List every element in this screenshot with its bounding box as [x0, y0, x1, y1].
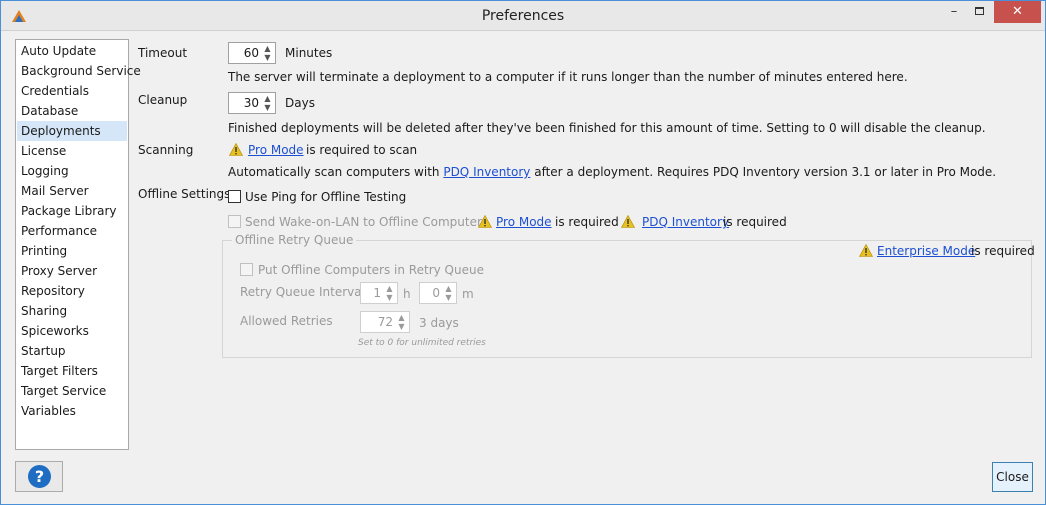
timeout-spinner-arrows[interactable]: ▲ ▼: [261, 44, 274, 62]
cleanup-value: 30: [243, 96, 259, 110]
sidebar-item-sharing[interactable]: Sharing: [17, 301, 127, 321]
close-window-button[interactable]: ✕: [994, 1, 1041, 23]
warning-icon: [859, 244, 873, 257]
retry-queue-checkbox[interactable]: [240, 263, 253, 276]
sidebar-item-package-library[interactable]: Package Library: [17, 201, 127, 221]
use-ping-label[interactable]: Use Ping for Offline Testing: [245, 190, 406, 204]
retry-hours-value: 1: [373, 286, 381, 300]
pro-mode-required-text: is required: [555, 215, 619, 229]
maximize-icon: [975, 7, 984, 15]
sidebar-item-proxy-server[interactable]: Proxy Server: [17, 261, 127, 281]
retries-days: 3 days: [419, 316, 459, 330]
sidebar-item-deployments[interactable]: Deployments: [17, 121, 127, 141]
sidebar-item-target-service[interactable]: Target Service: [17, 381, 127, 401]
wake-on-lan-label[interactable]: Send Wake-on-LAN to Offline Computers: [245, 215, 488, 229]
scanning-description: Automatically scan computers with PDQ In…: [228, 165, 996, 179]
retry-interval-label: Retry Queue Interval: [240, 285, 365, 299]
sidebar-item-background-service[interactable]: Background Service: [17, 61, 141, 81]
sidebar-item-startup[interactable]: Startup: [17, 341, 127, 361]
help-icon: ?: [28, 465, 51, 488]
scanning-required-text: is required to scan: [306, 143, 418, 157]
sidebar-item-credentials[interactable]: Credentials: [17, 81, 127, 101]
allowed-retries-arrows[interactable]: ▲ ▼: [395, 313, 408, 331]
offline-retry-queue-group: Offline Retry Queue Enterprise Mode is r…: [222, 233, 1035, 358]
sidebar-item-target-filters[interactable]: Target Filters: [17, 361, 127, 381]
retry-queue-label[interactable]: Put Offline Computers in Retry Queue: [258, 263, 484, 277]
maximize-button[interactable]: [967, 1, 993, 23]
scanning-label: Scanning: [138, 143, 194, 157]
sidebar-item-logging[interactable]: Logging: [17, 161, 127, 181]
allowed-retries-value: 72: [377, 315, 393, 329]
cleanup-spinner[interactable]: 30 ▲ ▼: [228, 92, 276, 114]
sidebar-item-mail-server[interactable]: Mail Server: [17, 181, 127, 201]
sidebar-item-license[interactable]: License: [17, 141, 127, 161]
enterprise-required-text: is required: [971, 244, 1035, 258]
allowed-retries-spinner[interactable]: 72 ▲ ▼: [360, 311, 410, 333]
chevron-up-icon[interactable]: ▲: [261, 44, 274, 53]
timeout-value: 60: [243, 46, 259, 60]
scanning-desc-prefix: Automatically scan computers with: [228, 165, 440, 179]
allowed-retries-label: Allowed Retries: [240, 314, 333, 328]
warning-icon: [229, 143, 243, 156]
help-button[interactable]: ?: [15, 461, 63, 492]
chevron-up-icon[interactable]: ▲: [261, 94, 274, 103]
enterprise-mode-link[interactable]: Enterprise Mode: [877, 244, 975, 258]
window-title: Preferences: [481, 8, 565, 24]
warning-icon: [478, 215, 492, 228]
chevron-down-icon[interactable]: ▼: [442, 293, 455, 302]
chevron-down-icon[interactable]: ▼: [395, 322, 408, 331]
wake-on-lan-checkbox[interactable]: [228, 215, 241, 228]
chevron-up-icon[interactable]: ▲: [395, 313, 408, 322]
retry-hours-arrows[interactable]: ▲ ▼: [383, 284, 396, 302]
sidebar-item-auto-update[interactable]: Auto Update: [17, 41, 127, 61]
sidebar-item-variables[interactable]: Variables: [17, 401, 127, 421]
retries-note: Set to 0 for unlimited retries: [358, 338, 486, 348]
sidebar-item-database[interactable]: Database: [17, 101, 127, 121]
cleanup-label: Cleanup: [138, 93, 188, 107]
deployments-settings: Timeout 60 ▲ ▼ Minutes The server will te…: [138, 39, 1038, 459]
pro-mode-link-offline[interactable]: Pro Mode: [496, 215, 552, 229]
pdq-inventory-link[interactable]: PDQ Inventory: [443, 165, 530, 179]
retry-queue-title: Offline Retry Queue: [232, 233, 357, 247]
minutes-unit: m: [462, 287, 474, 301]
cleanup-description: Finished deployments will be deleted aft…: [228, 121, 986, 135]
retry-minutes-arrows[interactable]: ▲ ▼: [442, 284, 455, 302]
title-bar: Preferences – ✕: [1, 1, 1045, 31]
chevron-up-icon[interactable]: ▲: [383, 284, 396, 293]
hours-unit: h: [403, 287, 411, 301]
timeout-description: The server will terminate a deployment t…: [228, 70, 908, 84]
pdq-inventory-link-offline[interactable]: PDQ Inventory: [642, 215, 729, 229]
close-button[interactable]: Close: [992, 462, 1033, 492]
cleanup-spinner-arrows[interactable]: ▲ ▼: [261, 94, 274, 112]
chevron-down-icon[interactable]: ▼: [383, 293, 396, 302]
sidebar-item-repository[interactable]: Repository: [17, 281, 127, 301]
timeout-unit: Minutes: [285, 46, 333, 60]
pro-mode-link[interactable]: Pro Mode: [248, 143, 304, 157]
scanning-desc-suffix: after a deployment. Requires PDQ Invento…: [534, 165, 997, 179]
minimize-button[interactable]: –: [941, 1, 967, 23]
cleanup-unit: Days: [285, 96, 315, 110]
timeout-label: Timeout: [138, 46, 188, 60]
retry-minutes-spinner[interactable]: 0 ▲ ▼: [419, 282, 457, 304]
use-ping-checkbox[interactable]: [228, 190, 241, 203]
preferences-window: Preferences – ✕ Auto Update Background Se…: [0, 0, 1046, 505]
sidebar-item-printing[interactable]: Printing: [17, 241, 127, 261]
retry-hours-spinner[interactable]: 1 ▲ ▼: [360, 282, 398, 304]
chevron-down-icon[interactable]: ▼: [261, 103, 274, 112]
pdq-inventory-required-text: is required: [723, 215, 787, 229]
warning-icon: [621, 215, 635, 228]
retry-minutes-value: 0: [432, 286, 440, 300]
sidebar-item-performance[interactable]: Performance: [17, 221, 127, 241]
sidebar-item-spiceworks[interactable]: Spiceworks: [17, 321, 127, 341]
sidebar: Auto Update Background Service Credentials…: [15, 39, 141, 450]
offline-settings-label: Offline Settings: [138, 187, 231, 201]
chevron-up-icon[interactable]: ▲: [442, 284, 455, 293]
timeout-spinner[interactable]: 60 ▲ ▼: [228, 42, 276, 64]
chevron-down-icon[interactable]: ▼: [261, 53, 274, 62]
